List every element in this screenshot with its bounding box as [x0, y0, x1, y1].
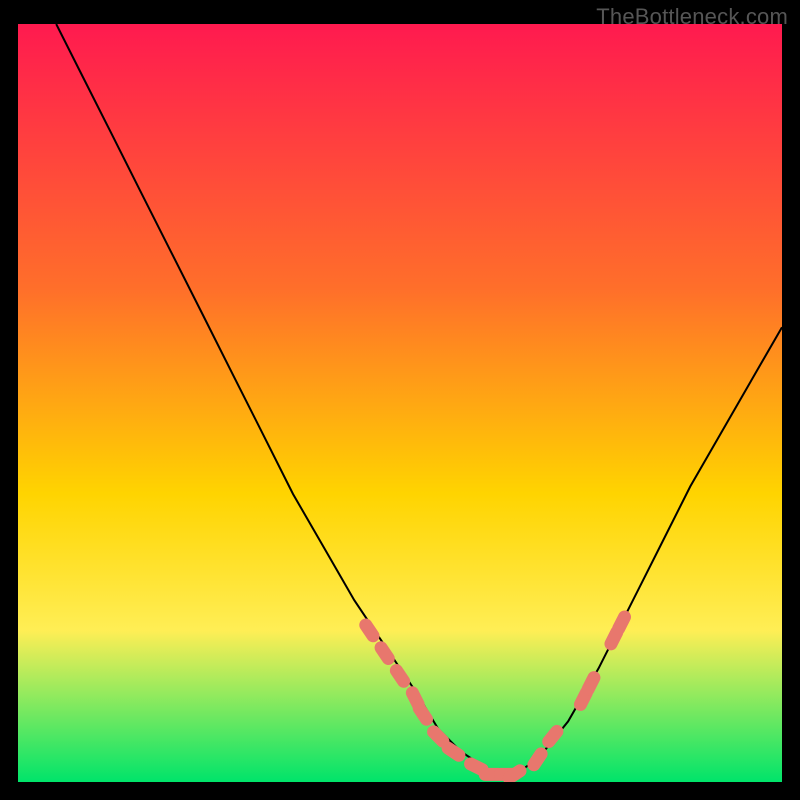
chart-container: TheBottleneck.com	[0, 0, 800, 800]
plot-area	[18, 24, 782, 782]
chart-svg	[18, 24, 782, 782]
